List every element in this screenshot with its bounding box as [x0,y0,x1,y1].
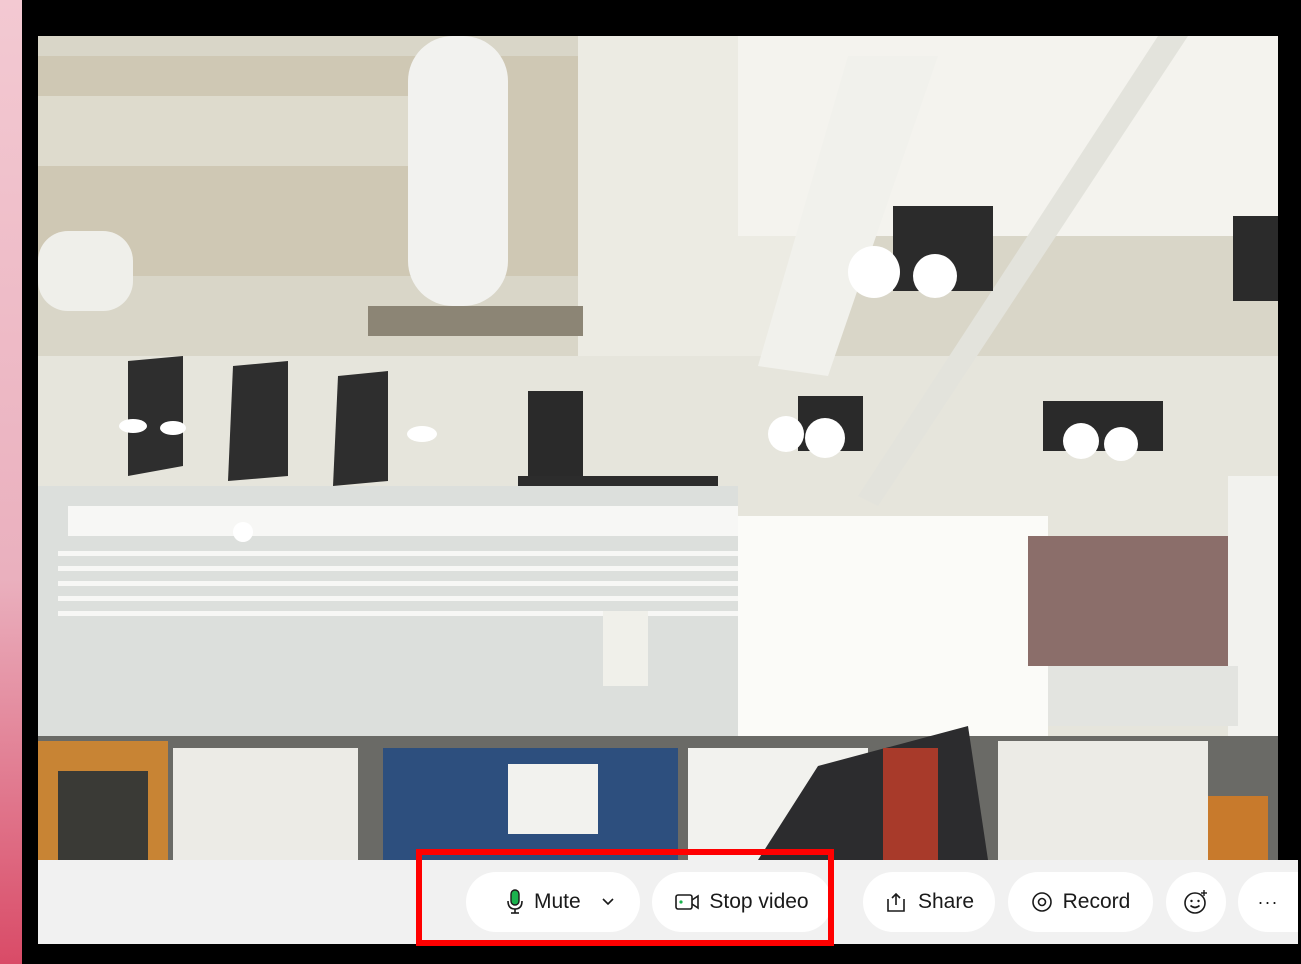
meeting-controls-bar: Mute Stop video Share Record ··· [38,860,1298,944]
record-button[interactable]: Record [1008,872,1153,932]
video-camera-icon [675,893,700,911]
chevron-down-icon[interactable] [601,897,615,907]
microphone-icon [506,889,524,915]
reactions-button[interactable] [1166,872,1226,932]
stop-video-button[interactable]: Stop video [652,872,832,932]
record-label: Record [1062,890,1131,913]
more-options-button[interactable]: ··· [1238,872,1298,932]
mute-label: Mute [534,890,581,913]
share-icon [884,891,908,913]
meeting-window: Mute Stop video Share Record ··· [22,0,1301,964]
stop-video-label: Stop video [709,890,809,913]
share-button[interactable]: Share [863,872,995,932]
share-label: Share [917,890,975,913]
camera-feed [38,36,1278,860]
more-icon: ··· [1257,891,1279,912]
desktop-background [0,0,22,964]
emoji-icon [1183,889,1209,915]
record-icon [1031,891,1053,913]
mute-button[interactable]: Mute [466,872,640,932]
self-view-video [38,36,1278,860]
